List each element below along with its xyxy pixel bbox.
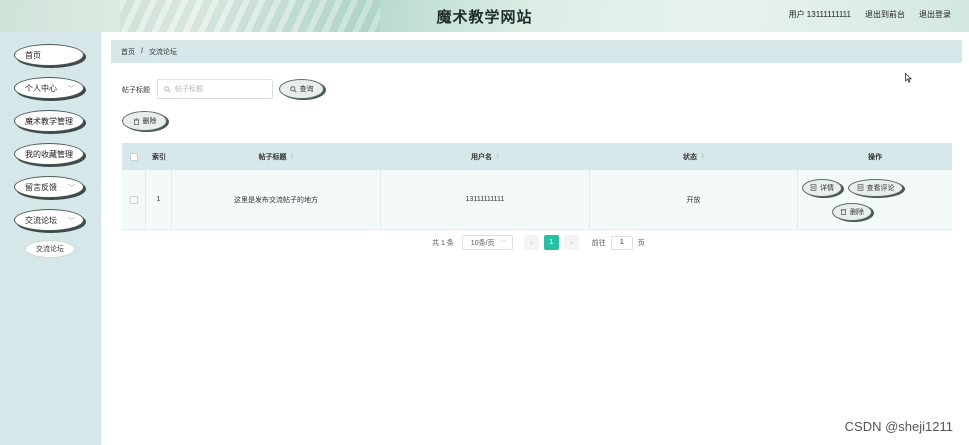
- breadcrumb: 首页 / 交流论坛: [111, 40, 962, 63]
- row-checkbox[interactable]: [129, 195, 138, 204]
- search-placeholder: 帖子标题: [175, 86, 203, 93]
- sidebar-item-favorites[interactable]: 我的收藏管理: [14, 143, 84, 165]
- sidebar-item-feedback[interactable]: 留言反馈 ﹀: [14, 176, 84, 198]
- search-input[interactable]: 帖子标题: [157, 79, 273, 99]
- search-icon: [289, 85, 297, 93]
- table-row: 1 这里是发布交流帖子的地方 13111111111 开放 详情 查看评论 删除: [122, 170, 952, 230]
- sidebar-item-label: 留言反馈: [25, 182, 57, 192]
- row-delete-button[interactable]: 删除: [832, 202, 872, 221]
- chevron-down-icon: ﹀: [68, 86, 75, 93]
- row-operations: 详情 查看评论 删除: [798, 170, 952, 229]
- view-comments-label: 查看评论: [866, 184, 895, 192]
- page-number-current[interactable]: 1: [543, 235, 559, 250]
- header-operations: 操作: [868, 153, 882, 161]
- sidebar-subitem-label: 交流论坛: [36, 246, 64, 253]
- header-username-label: 用户名: [470, 153, 492, 161]
- chevron-down-icon: ﹀: [68, 185, 75, 192]
- header-title-label: 帖子标题: [258, 153, 287, 161]
- sidebar-item-personal-center[interactable]: 个人中心 ﹀: [14, 77, 84, 99]
- table-header: 索引 帖子标题 ⇕ 用户名 ⇕ 状态 ⇕ 操作: [122, 143, 952, 170]
- query-button-label: 查询: [299, 86, 314, 93]
- sort-icon: ⇕: [494, 154, 501, 160]
- user-label: 用户 13111111111: [788, 10, 851, 19]
- goto-label: 前往: [591, 239, 606, 247]
- header-checkbox-cell: [122, 143, 146, 170]
- sidebar-item-label: 首页: [25, 50, 41, 60]
- row-delete-label: 删除: [850, 208, 864, 216]
- ops-container: 详情 查看评论 删除: [798, 170, 952, 230]
- header-title[interactable]: 帖子标题 ⇕: [172, 143, 381, 170]
- header-index: 索引: [152, 153, 166, 161]
- sort-icon: ⇕: [289, 154, 295, 160]
- sidebar-item-label: 个人中心: [25, 83, 57, 93]
- pagination: 共 1 条 10条/页 ﹀ ‹ 1 › 前往 1 页: [432, 235, 645, 250]
- chevron-down-icon: ﹀: [68, 218, 75, 225]
- header-user-menu: 用户 13111111111 退出到前台 退出登录: [789, 9, 951, 20]
- trash-icon: [133, 117, 139, 125]
- sidebar-item-label: 我的收藏管理: [25, 149, 73, 159]
- document-icon: [857, 184, 863, 191]
- sidebar: 首页 个人中心 ﹀ 魔术教学管理 我的收藏管理 留言反馈 ﹀ 交流论坛 ﹀ 交流…: [0, 32, 101, 445]
- row-status: 开放: [590, 170, 798, 229]
- goto-page-input[interactable]: 1: [610, 235, 633, 250]
- sidebar-item-label: 魔术教学管理: [25, 116, 73, 126]
- detail-button[interactable]: 详情: [802, 178, 842, 197]
- mouse-cursor-icon: [905, 73, 912, 83]
- row-username: 13111111111: [381, 170, 590, 229]
- header-username[interactable]: 用户名 ⇕: [381, 143, 590, 170]
- breadcrumb-home[interactable]: 首页: [121, 47, 135, 57]
- prev-page-button[interactable]: ‹: [523, 235, 539, 250]
- sidebar-subitem-forum[interactable]: 交流论坛: [25, 240, 75, 258]
- row-title: 这里是发布交流帖子的地方: [172, 170, 381, 229]
- forum-table: 索引 帖子标题 ⇕ 用户名 ⇕ 状态 ⇕ 操作 1 这里是发布交流帖子的地方 1311…: [122, 143, 952, 230]
- sidebar-item-home[interactable]: 首页: [14, 44, 84, 66]
- row-checkbox-cell: [122, 170, 146, 229]
- search-icon: [164, 85, 171, 93]
- document-icon: [810, 184, 817, 191]
- pagination-total: 共 1 条: [432, 239, 454, 247]
- trash-icon: [840, 209, 847, 215]
- logout-link[interactable]: 退出登录: [919, 9, 951, 20]
- chevron-down-icon: ﹀: [500, 241, 507, 247]
- back-to-front-link[interactable]: 退出到前台: [865, 9, 905, 20]
- next-page-button[interactable]: ›: [563, 235, 579, 250]
- sidebar-item-forum[interactable]: 交流论坛 ﹀: [14, 209, 84, 231]
- detail-button-label: 详情: [820, 184, 834, 192]
- top-header: 魔术教学网站 用户 13111111111 退出到前台 退出登录: [0, 0, 969, 32]
- query-button[interactable]: 查询: [279, 79, 324, 99]
- row-index: 1: [146, 170, 172, 229]
- goto-suffix: 页: [637, 239, 645, 247]
- sort-icon: ⇕: [699, 154, 706, 160]
- view-comments-button[interactable]: 查看评论: [848, 178, 903, 197]
- page-size-select[interactable]: 10条/页 ﹀: [461, 235, 513, 250]
- watermark: CSDN @sheji1211: [844, 419, 953, 434]
- breadcrumb-separator: /: [141, 48, 143, 55]
- header-status[interactable]: 状态 ⇕: [590, 143, 798, 170]
- breadcrumb-current: 交流论坛: [148, 48, 177, 56]
- select-all-checkbox[interactable]: [130, 152, 138, 161]
- search-label: 帖子标题: [122, 87, 150, 94]
- delete-button[interactable]: 删除: [122, 111, 167, 131]
- sidebar-item-magic-teaching[interactable]: 魔术教学管理: [14, 110, 84, 132]
- page-size-value: 10条/页: [470, 239, 495, 247]
- header-status-label: 状态: [682, 153, 697, 161]
- delete-button-label: 删除: [142, 118, 157, 125]
- sidebar-item-label: 交流论坛: [25, 215, 57, 225]
